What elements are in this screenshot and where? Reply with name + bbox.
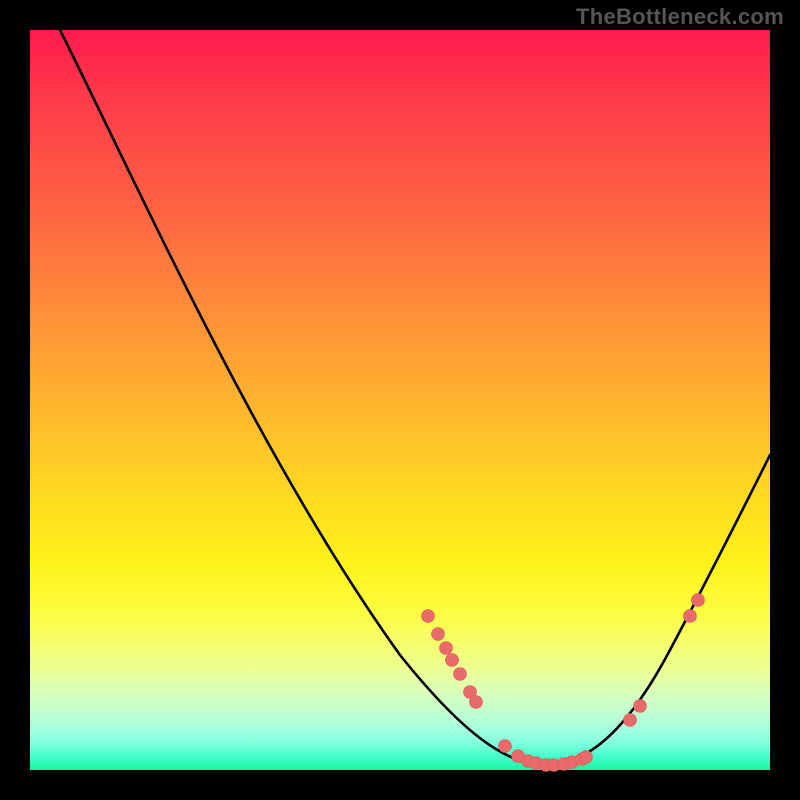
curve-marker: [684, 610, 697, 623]
curve-marker: [432, 628, 445, 641]
curve-marker: [454, 668, 467, 681]
curve-marker: [634, 700, 647, 713]
curve-marker: [624, 714, 637, 727]
curve-marker: [422, 610, 435, 623]
curve-layer: [30, 30, 770, 770]
watermark-text: TheBottleneck.com: [576, 4, 784, 30]
curve-marker: [692, 594, 705, 607]
curve-marker: [499, 740, 512, 753]
chart-frame: TheBottleneck.com: [0, 0, 800, 800]
marker-group: [422, 594, 705, 772]
curve-marker: [440, 642, 453, 655]
curve-marker: [580, 751, 593, 764]
plot-area: [30, 30, 770, 770]
bottleneck-curve: [60, 30, 770, 765]
curve-marker: [446, 654, 459, 667]
curve-marker: [470, 696, 483, 709]
